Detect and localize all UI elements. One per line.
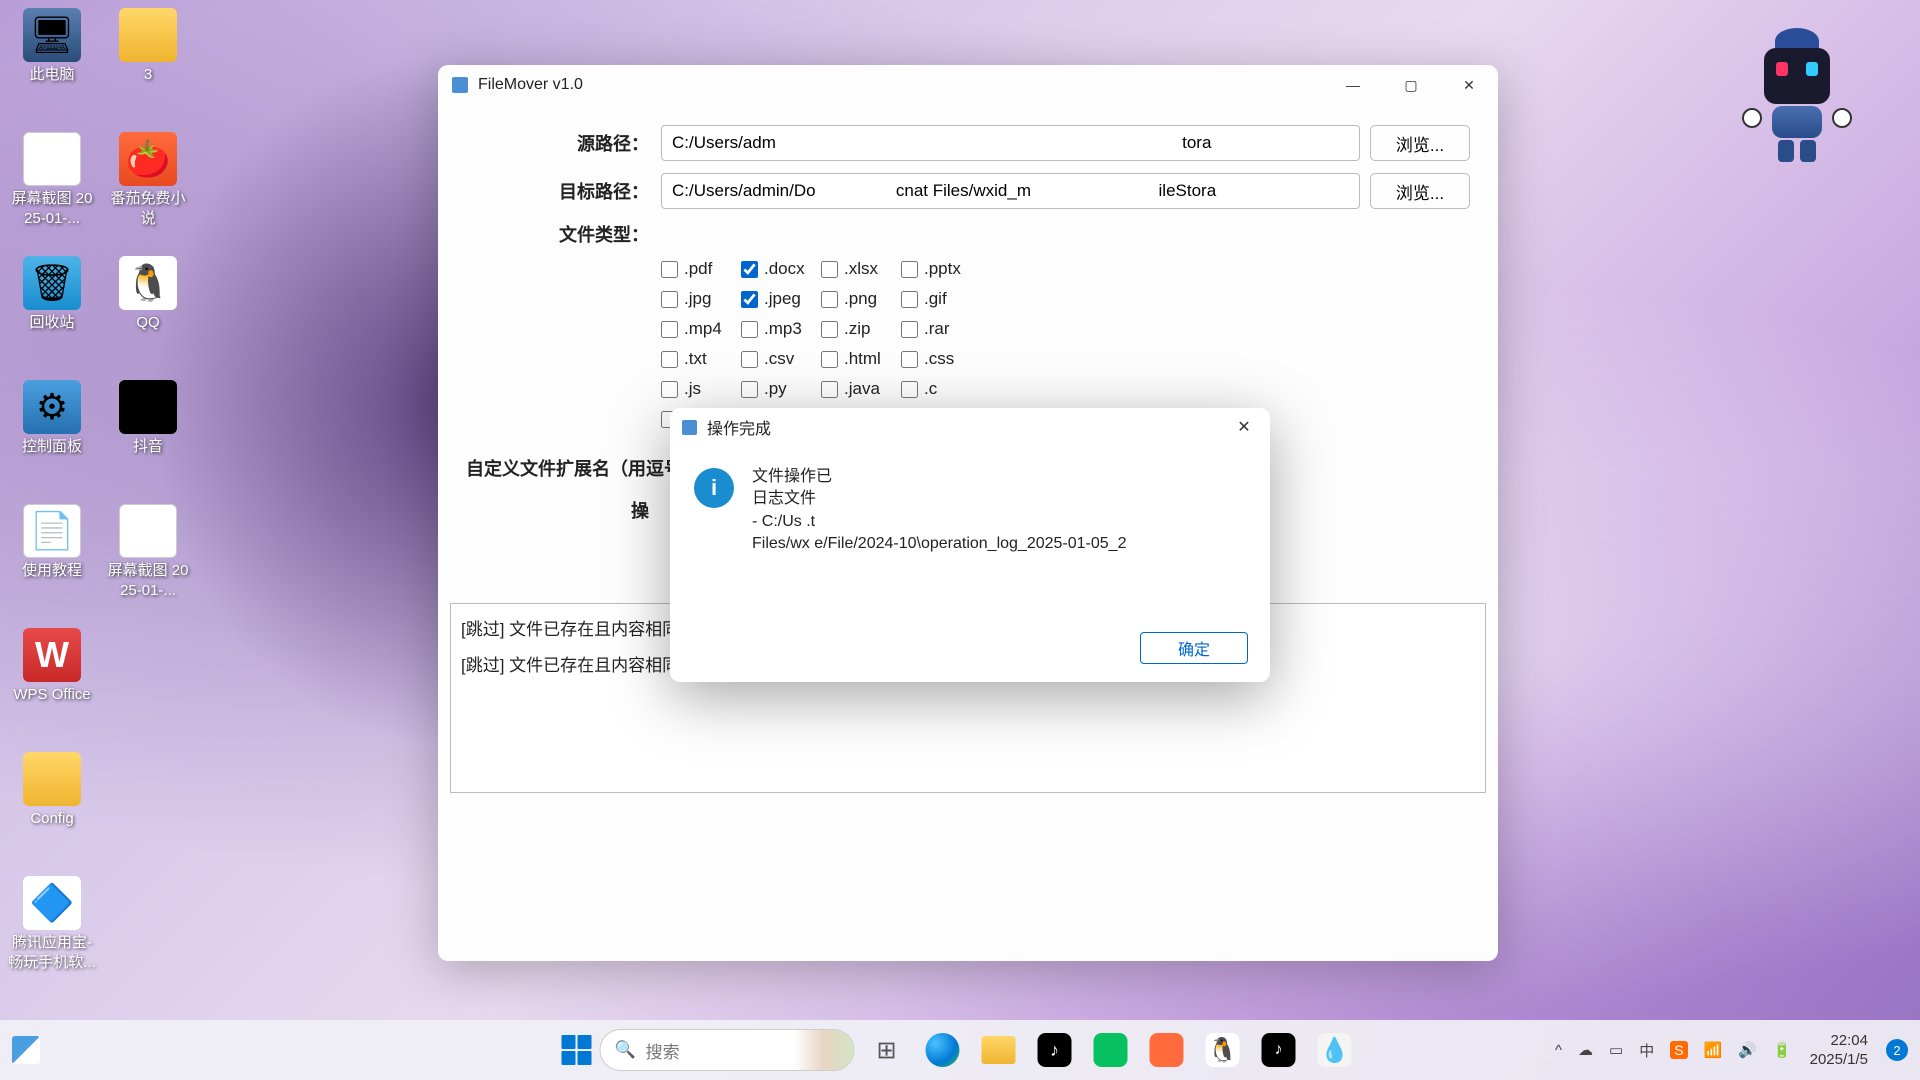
filetype-checkbox[interactable]: .rar [901, 319, 981, 339]
dialog-icon [682, 420, 697, 435]
browse-source-button[interactable]: 浏览... [1370, 125, 1470, 161]
widgets-button[interactable] [12, 1036, 40, 1064]
desktop-icon[interactable]: 🖥此电脑 [8, 8, 96, 128]
filetype-checkbox[interactable]: .docx [741, 259, 821, 279]
search-icon: 🔍 [615, 1040, 636, 1060]
edge-app[interactable] [926, 1033, 960, 1067]
target-label: 目标路径： [466, 178, 661, 204]
desktop-icon[interactable]: 🍅番茄免费小说 [104, 132, 192, 252]
filetype-checkbox[interactable]: .css [901, 349, 981, 369]
filemover-app[interactable]: 💧 [1318, 1033, 1352, 1067]
target-input[interactable] [661, 173, 1360, 209]
desktop-icon[interactable]: 🐧QQ [104, 256, 192, 376]
desktop-icon[interactable]: 3 [104, 8, 192, 128]
desktop-icon[interactable]: 🔷腾讯应用宝-畅玩手机软... [8, 876, 96, 996]
filetype-checkbox[interactable]: .png [821, 289, 901, 309]
desktop-icon[interactable]: WWPS Office [8, 628, 96, 748]
desktop-icon[interactable]: ♪抖音 [104, 380, 192, 500]
filetype-checkbox[interactable]: .gif [901, 289, 981, 309]
assistant-mascot[interactable] [1742, 20, 1852, 180]
start-button[interactable] [562, 1035, 592, 1065]
desktop-icons: 🖥此电脑3屏幕截图 2025-01-...🍅番茄免费小说🗑回收站🐧QQ⚙控制面板… [8, 8, 200, 996]
operation-label: 操 [466, 497, 661, 523]
source-label: 源路径： [466, 130, 661, 156]
filetype-checkbox[interactable]: .html [821, 349, 901, 369]
desktop-icon[interactable]: 🗑回收站 [8, 256, 96, 376]
wechat-app[interactable] [1094, 1033, 1128, 1067]
filetype-checkbox[interactable]: .mp3 [741, 319, 821, 339]
filetype-checkbox[interactable]: .pdf [661, 259, 741, 279]
search-placeholder: 搜索 [646, 1038, 680, 1063]
desktop-icon[interactable]: Config [8, 752, 96, 872]
app-icon [452, 77, 468, 93]
filetype-checkbox[interactable]: .c [901, 379, 981, 399]
system-tray[interactable]: ^ ☁ ▭ 中 S 📶 🔊 🔋 [1555, 1040, 1792, 1061]
filetype-checkbox[interactable]: .txt [661, 349, 741, 369]
dialog-title: 操作完成 [707, 415, 771, 439]
filetype-checkbox[interactable]: .py [741, 379, 821, 399]
filetype-checkbox[interactable]: .xlsx [821, 259, 901, 279]
filetype-checkbox[interactable]: .java [821, 379, 901, 399]
tomato-app[interactable] [1150, 1033, 1184, 1067]
dialog-titlebar[interactable]: 操作完成 [670, 408, 1270, 446]
volume-icon[interactable]: 🔊 [1738, 1041, 1757, 1059]
filetype-checkbox[interactable]: .jpg [661, 289, 741, 309]
search-decoration [794, 1030, 854, 1070]
ime-icon[interactable]: 中 [1639, 1040, 1654, 1061]
titlebar[interactable]: FileMover v1.0 ― ▢ ✕ [438, 65, 1498, 105]
qq-app[interactable]: 🐧 [1206, 1033, 1240, 1067]
dialog-close-button[interactable]: ✕ [1218, 408, 1270, 446]
filetype-checkbox[interactable]: .mp4 [661, 319, 741, 339]
desktop-icon[interactable]: 屏幕截图 2025-01-... [8, 132, 96, 252]
tiktok-app[interactable]: ♪ [1038, 1033, 1072, 1067]
chevron-up-icon[interactable]: ^ [1555, 1042, 1562, 1059]
dialog-message: 文件操作已日志文件 - C:/Us .tFiles/wx e/File/2024… [752, 466, 1126, 556]
filetype-checkbox[interactable]: .js [661, 379, 741, 399]
douyin-app[interactable]: ♪ [1262, 1033, 1296, 1067]
custom-ext-label: 自定义文件扩展名（用逗号 [466, 455, 692, 481]
onedrive-icon[interactable]: ☁ [1578, 1041, 1593, 1059]
filetype-checkbox[interactable]: .pptx [901, 259, 981, 279]
info-icon: i [694, 468, 734, 508]
device-icon[interactable]: ▭ [1609, 1041, 1623, 1059]
filetype-checkbox[interactable]: .csv [741, 349, 821, 369]
filetype-label: 文件类型： [466, 221, 661, 247]
filetype-checkbox[interactable]: .jpeg [741, 289, 821, 309]
sogou-icon[interactable]: S [1670, 1041, 1687, 1059]
dialog-ok-button[interactable]: 确定 [1140, 632, 1248, 664]
clock[interactable]: 22:04 2025/1/5 [1810, 1031, 1868, 1070]
wifi-icon[interactable]: 📶 [1704, 1041, 1723, 1059]
maximize-button[interactable]: ▢ [1382, 65, 1440, 105]
filetype-checkbox[interactable]: .zip [821, 319, 901, 339]
minimize-button[interactable]: ― [1324, 65, 1382, 105]
close-button[interactable]: ✕ [1440, 65, 1498, 105]
battery-icon[interactable]: 🔋 [1773, 1041, 1792, 1059]
taskbar: 🔍 搜索 ⊞ ♪ 🐧 ♪ 💧 ^ ☁ ▭ 中 S 📶 🔊 🔋 22:04 202… [0, 1020, 1920, 1080]
desktop-icon[interactable]: 屏幕截图 2025-01-... [104, 504, 192, 624]
explorer-app[interactable] [982, 1036, 1016, 1064]
browse-target-button[interactable]: 浏览... [1370, 173, 1470, 209]
taskview-button[interactable]: ⊞ [863, 1026, 911, 1074]
completion-dialog: 操作完成 ✕ i 文件操作已日志文件 - C:/Us .tFiles/wx e/… [670, 408, 1270, 682]
window-title: FileMover v1.0 [478, 76, 583, 94]
filetype-grid: .pdf .docx .xlsx .pptx .jpg .jpeg .png .… [661, 259, 1470, 429]
desktop-icon[interactable]: ⚙控制面板 [8, 380, 96, 500]
search-box[interactable]: 🔍 搜索 [600, 1029, 855, 1071]
source-input[interactable] [661, 125, 1360, 161]
desktop-icon[interactable]: 📄使用教程 [8, 504, 96, 624]
notification-badge[interactable]: 2 [1886, 1039, 1908, 1061]
